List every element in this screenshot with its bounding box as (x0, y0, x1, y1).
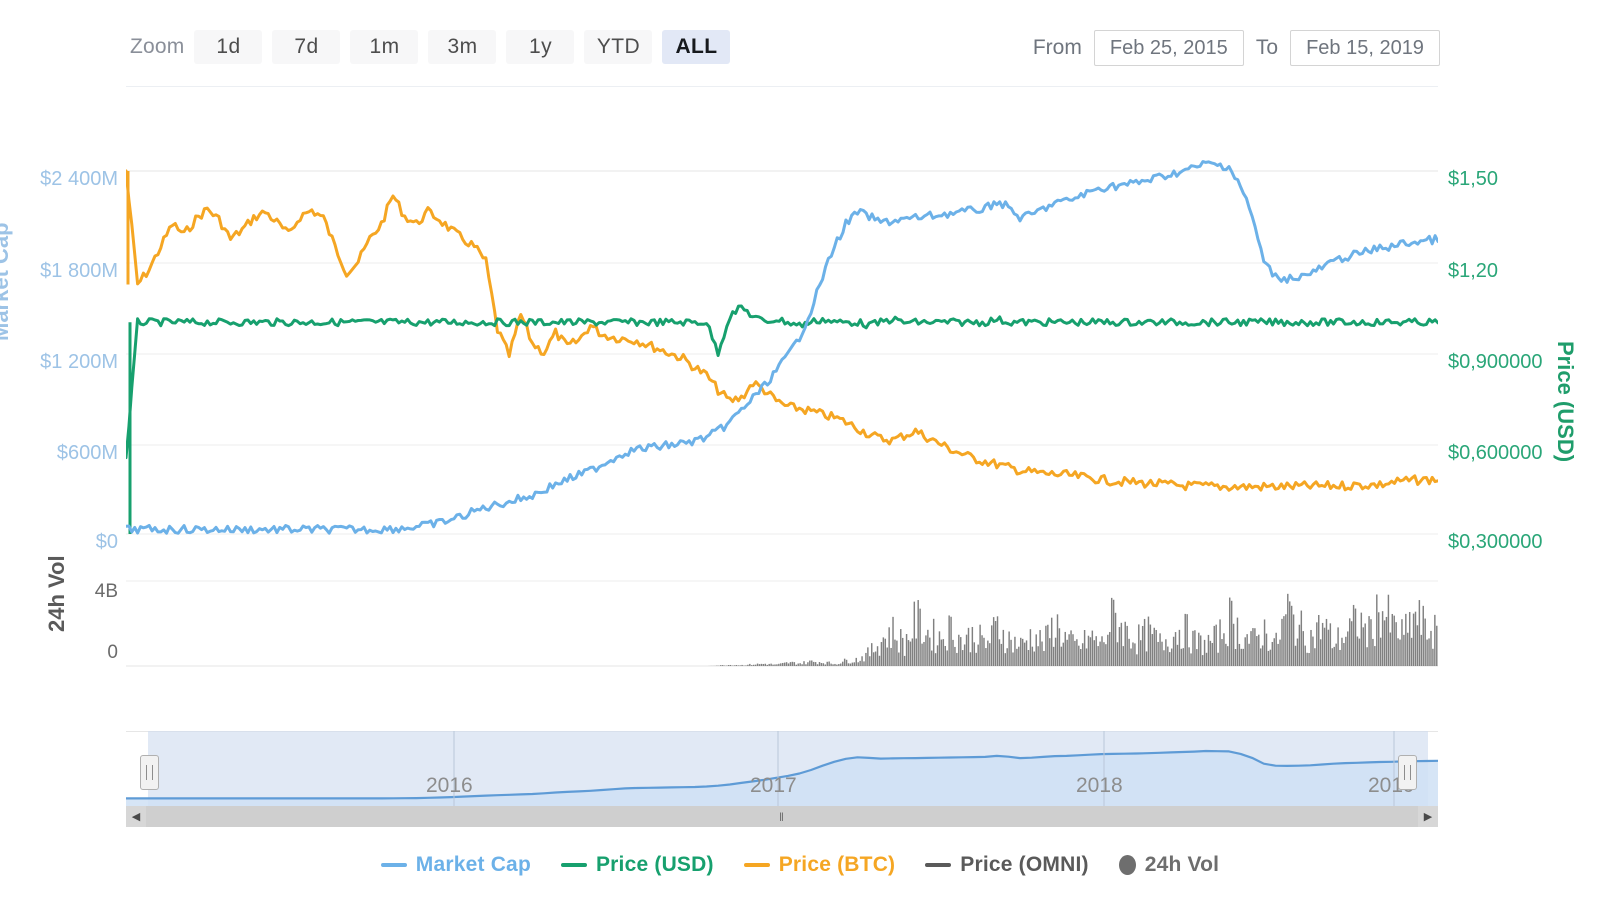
legend-item-market-cap[interactable]: Market Cap (380, 853, 531, 877)
legend-label-price-omni: Price (OMNI) (960, 853, 1089, 876)
y-tick-price-usd-150: $1,50 (1448, 168, 1499, 190)
legend-item-price-btc[interactable]: Price (BTC) (743, 853, 896, 877)
legend-item-price-omni[interactable]: Price (OMNI) (925, 853, 1088, 877)
y-tick-market-cap-600: $600M (56, 442, 118, 464)
zoom-range-selector: Zoom 1d 7d 1m 3m 1y YTD ALL (130, 30, 731, 64)
y-tick-price-usd-030: $0,300000 (1448, 531, 1543, 553)
navigator-handle-right[interactable] (1398, 755, 1417, 790)
chart-legend: Market Cap Price (USD) Price (BTC) Price… (0, 845, 1600, 885)
legend-label-24h-vol: 24h Vol (1144, 853, 1220, 876)
scrollbar-grip-icon[interactable]: ‖ (779, 810, 785, 824)
axis-title-price-usd: Price (USD) (1553, 341, 1578, 463)
chart-plot-area: Market Cap Price (USD) 24h Vol $2 400M $… (0, 86, 1600, 779)
zoom-button-all[interactable]: ALL (662, 30, 731, 64)
zoom-button-7d[interactable]: 7d (272, 30, 341, 64)
y-tick-price-usd-120: $1,20 (1448, 260, 1499, 282)
legend-swatch-price-usd-icon (560, 863, 587, 867)
y-tick-market-cap-2400: $2 400M (40, 168, 118, 190)
y-tick-vol-4b: 4B (94, 581, 118, 602)
navigator-year-2018: 2018 (1076, 774, 1123, 797)
from-label: From (1032, 36, 1082, 59)
scrollbar-right-arrow-icon[interactable]: ▶ (1418, 806, 1438, 827)
legend-item-24h-vol[interactable]: 24h Vol (1118, 853, 1220, 877)
price-marketcap-chart (126, 160, 1438, 535)
navigator-handle-left[interactable] (140, 755, 159, 790)
scrollbar-track[interactable]: ‖ (146, 806, 1418, 827)
legend-label-market-cap: Market Cap (415, 853, 531, 876)
legend-item-price-usd[interactable]: Price (USD) (560, 853, 714, 877)
legend-swatch-market-cap-icon (380, 863, 407, 867)
scrollbar-left-arrow-icon[interactable]: ◀ (126, 806, 146, 827)
legend-swatch-price-btc-icon (743, 863, 770, 867)
y-tick-market-cap-1800: $1 800M (40, 260, 118, 282)
navigator-year-2016: 2016 (426, 774, 473, 797)
zoom-label: Zoom (130, 35, 185, 58)
y-tick-vol-0: 0 (107, 642, 118, 663)
y-tick-price-usd-090: $0,900000 (1448, 351, 1543, 373)
y-tick-market-cap-1200: $1 200M (40, 351, 118, 373)
axis-title-24h-vol: 24h Vol (44, 555, 69, 632)
zoom-button-1d[interactable]: 1d (194, 30, 263, 64)
to-date-input[interactable]: Feb 15, 2019 (1290, 30, 1440, 66)
legend-swatch-24h-vol-icon (1118, 855, 1136, 875)
zoom-button-1y[interactable]: 1y (506, 30, 575, 64)
date-range-selector: From Feb 25, 2015 To Feb 15, 2019 (1033, 30, 1440, 66)
navigator-year-2017: 2017 (750, 774, 797, 797)
y-tick-market-cap-0: $0 (95, 531, 118, 553)
legend-swatch-price-omni-icon (925, 863, 952, 867)
zoom-button-1m[interactable]: 1m (350, 30, 419, 64)
axis-title-market-cap: Market Cap (0, 222, 13, 341)
legend-label-price-usd: Price (USD) (595, 853, 714, 876)
zoom-button-ytd[interactable]: YTD (584, 30, 653, 64)
legend-label-price-btc: Price (BTC) (778, 853, 896, 876)
from-date-input[interactable]: Feb 25, 2015 (1093, 30, 1244, 66)
volume-chart (126, 580, 1438, 667)
chart-toolbar: Zoom 1d 7d 1m 3m 1y YTD ALL From Feb 25,… (0, 0, 1600, 88)
chart-navigator[interactable]: 2016 2017 2018 2019 (126, 731, 1438, 806)
y-tick-price-usd-060: $0,600000 (1448, 442, 1543, 464)
chart-scrollbar[interactable]: ◀ ‖ ▶ (126, 806, 1438, 827)
zoom-button-3m[interactable]: 3m (428, 30, 497, 64)
to-label: To (1255, 36, 1278, 59)
